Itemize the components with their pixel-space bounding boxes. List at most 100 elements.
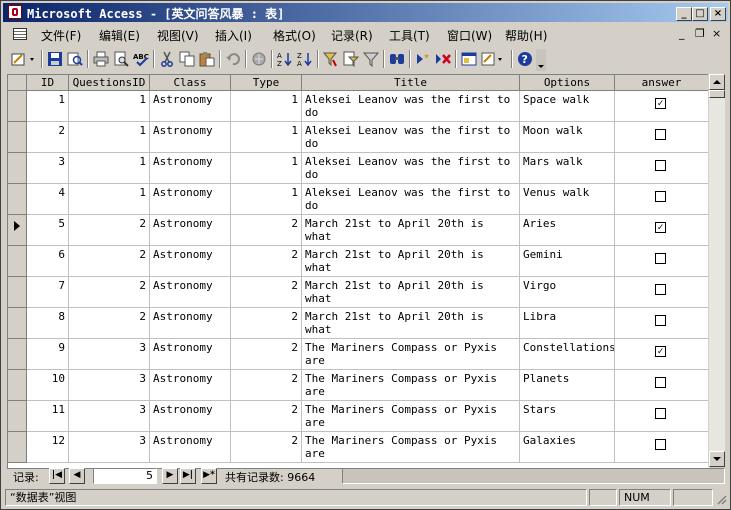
delete-record-icon[interactable] [435,51,451,67]
table-cell-id[interactable]: 4 [27,184,69,215]
table-cell-title[interactable]: March 21st to April 20th is whatStar sig… [302,277,520,308]
undo-icon[interactable] [225,51,241,67]
row-selector[interactable] [8,122,27,153]
table-cell-qid[interactable]: 3 [69,339,150,370]
resize-grip-icon[interactable] [715,493,727,505]
table-cell-id[interactable]: 9 [27,339,69,370]
table-cell-id[interactable]: 6 [27,246,69,277]
current-record-field[interactable]: 5 [93,468,157,484]
table-cell-cls[interactable]: Astronomy [150,153,231,184]
checkbox-unchecked[interactable] [655,315,666,326]
row-selector[interactable] [8,401,27,432]
new-record-nav-button[interactable]: ▶* [201,468,217,484]
maximize-button[interactable]: □ [692,7,708,21]
table-cell-opt[interactable]: Planets [520,370,615,401]
table-cell-cls[interactable]: Astronomy [150,215,231,246]
table-cell-type[interactable]: 1 [231,184,302,215]
scroll-up-button[interactable] [709,74,725,90]
menu-records[interactable]: 记录(R) [331,27,373,44]
menu-edit[interactable]: 编辑(E) [99,27,140,44]
table-cell-opt[interactable]: Stars [520,401,615,432]
table-cell-title[interactable]: The Mariners Compass or Pyxis arewhat [302,432,520,463]
table-cell-opt[interactable]: Aries [520,215,615,246]
apply-filter-icon[interactable] [363,51,379,67]
menu-file[interactable]: 文件(F) [41,27,81,44]
row-selector[interactable] [8,153,27,184]
row-selector[interactable] [8,432,27,463]
table-cell-id[interactable]: 5 [27,215,69,246]
checkbox-unchecked[interactable] [655,377,666,388]
table-cell-cls[interactable]: Astronomy [150,122,231,153]
row-selector[interactable] [8,277,27,308]
table-cell-cls[interactable]: Astronomy [150,432,231,463]
table-cell-type[interactable]: 1 [231,153,302,184]
minimize-button[interactable]: _ [676,7,692,21]
new-object-icon[interactable] [481,51,507,67]
table-cell-id[interactable]: 12 [27,432,69,463]
row-selector[interactable] [8,215,27,246]
row-selector[interactable] [8,91,27,122]
table-cell-opt[interactable]: Virgo [520,277,615,308]
table-cell-type[interactable]: 2 [231,246,302,277]
table-cell-title[interactable]: Aleksei Leanov was the first to dowhat [302,91,520,122]
help-icon[interactable]: ? [517,51,533,67]
access-app-icon[interactable] [8,5,22,19]
table-cell-cls[interactable]: Astronomy [150,184,231,215]
table-cell-id[interactable]: 11 [27,401,69,432]
table-cell-opt[interactable]: Mars walk [520,153,615,184]
checkbox-unchecked[interactable] [655,284,666,295]
column-header[interactable]: QuestionsID [69,75,150,91]
table-cell-cls[interactable]: Astronomy [150,246,231,277]
last-record-button[interactable]: ▶| [180,468,196,484]
table-cell-opt[interactable]: Constellations [520,339,615,370]
table-cell-cls[interactable]: Astronomy [150,308,231,339]
hyperlink-icon[interactable] [251,51,267,67]
table-cell-id[interactable]: 2 [27,122,69,153]
sort-descending-icon[interactable]: ZA [297,51,313,67]
checkbox-checked[interactable]: ✓ [655,98,666,109]
table-cell-qid[interactable]: 2 [69,246,150,277]
table-cell-opt[interactable]: Galaxies [520,432,615,463]
table-cell-type[interactable]: 2 [231,432,302,463]
row-selector[interactable] [8,308,27,339]
datasheet-icon[interactable] [13,28,27,40]
title-bar[interactable]: Microsoft Access - [英文问答风暴 : 表] _ □ × [3,3,728,22]
checkbox-checked[interactable]: ✓ [655,346,666,357]
toolbar-options-icon[interactable] [536,49,546,71]
menu-tools[interactable]: 工具(T) [389,27,430,44]
menu-help[interactable]: 帮助(H) [505,27,547,44]
menu-insert[interactable]: 插入(I) [215,27,252,44]
table-cell-opt[interactable]: Gemini [520,246,615,277]
table-cell-title[interactable]: The Mariners Compass or Pyxis arewhat [302,401,520,432]
doc-close-button[interactable]: × [712,27,721,40]
table-cell-qid[interactable]: 3 [69,370,150,401]
table-cell-qid[interactable]: 1 [69,184,150,215]
table-cell-id[interactable]: 7 [27,277,69,308]
row-selector[interactable] [8,339,27,370]
scroll-down-button[interactable] [709,451,725,467]
menu-format[interactable]: 格式(O) [273,27,316,44]
column-header[interactable]: Class [150,75,231,91]
first-record-button[interactable]: |◀ [49,468,65,484]
close-button[interactable]: × [710,7,726,21]
checkbox-unchecked[interactable] [655,439,666,450]
select-all-corner[interactable] [8,75,27,91]
table-cell-qid[interactable]: 1 [69,153,150,184]
table-cell-type[interactable]: 1 [231,91,302,122]
column-header[interactable]: answer [615,75,709,91]
new-record-icon[interactable]: * [415,51,431,67]
menu-window[interactable]: 窗口(W) [447,27,492,44]
spell-check-icon[interactable]: ABC [133,51,149,67]
vertical-scrollbar[interactable] [708,74,725,467]
paste-icon[interactable] [199,51,215,67]
table-cell-opt[interactable]: Moon walk [520,122,615,153]
checkbox-checked[interactable]: ✓ [655,222,666,233]
table-cell-cls[interactable]: Astronomy [150,370,231,401]
copy-icon[interactable] [179,51,195,67]
checkbox-unchecked[interactable] [655,129,666,140]
previous-record-button[interactable]: ◀ [69,468,85,484]
table-cell-opt[interactable]: Space walk [520,91,615,122]
table-cell-cls[interactable]: Astronomy [150,339,231,370]
table-cell-qid[interactable]: 2 [69,308,150,339]
horizontal-scroll-area[interactable] [342,468,725,484]
